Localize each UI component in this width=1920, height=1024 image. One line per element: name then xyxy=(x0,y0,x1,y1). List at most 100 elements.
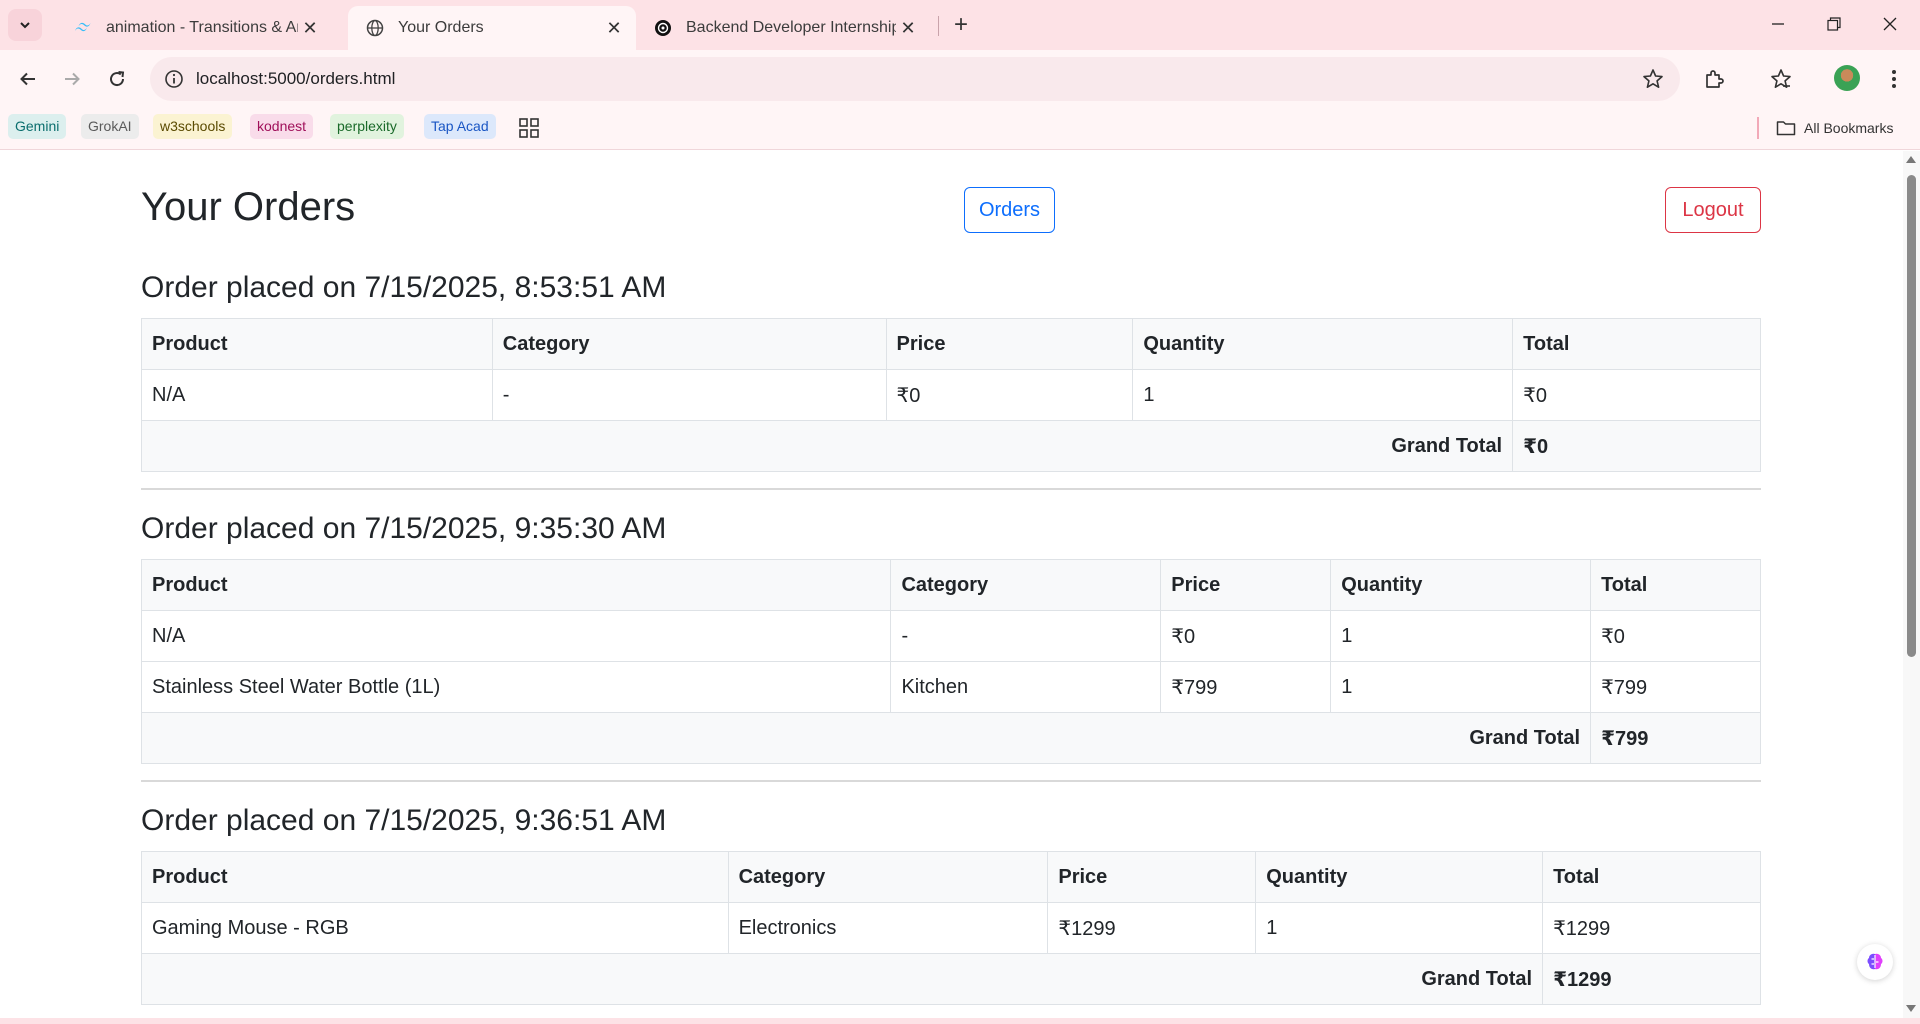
order-divider xyxy=(141,488,1761,490)
logout-button[interactable]: Logout xyxy=(1665,187,1761,233)
order-heading: Order placed on 7/15/2025, 9:35:30 AM xyxy=(141,512,667,545)
grand-total-label: Grand Total xyxy=(140,420,1514,472)
cell-total: ₹1299 xyxy=(1542,902,1761,954)
cell-product: Gaming Mouse - RGB xyxy=(141,902,729,954)
extensions-icon[interactable] xyxy=(1700,65,1728,93)
cell-total: ₹0 xyxy=(1512,369,1761,421)
column-header-quantity: Quantity xyxy=(1330,559,1592,611)
table-row: Stainless Steel Water Bottle (1L) Kitche… xyxy=(140,661,1761,713)
cell-product: N/A xyxy=(140,610,892,662)
close-tab-icon[interactable]: ✕ xyxy=(298,16,322,40)
page-scrollbar[interactable] xyxy=(1903,151,1920,1018)
grand-total-label: Grand Total xyxy=(140,953,1544,1005)
column-header-category: Category xyxy=(491,318,887,370)
minimize-icon[interactable] xyxy=(1750,0,1806,48)
table-row: N/A - ₹0 1 ₹0 xyxy=(141,369,1761,421)
tab-title: Your Orders xyxy=(398,19,484,36)
tab-strip: animation - Transitions & Anim ✕ Your Or… xyxy=(0,0,1920,50)
grand-total-value: ₹799 xyxy=(1590,712,1761,764)
tailwind-icon xyxy=(74,19,92,37)
globe-icon xyxy=(366,19,384,37)
browser-toolbar: localhost:5000/orders.html xyxy=(0,50,1920,108)
column-header-total: Total xyxy=(1512,318,1761,370)
column-header-price: Price xyxy=(885,318,1134,370)
column-header-quantity: Quantity xyxy=(1255,851,1544,903)
column-header-total: Total xyxy=(1542,851,1761,903)
grand-total-row: Grand Total ₹1299 xyxy=(140,953,1761,1005)
table-row: Gaming Mouse - RGB Electronics ₹1299 1 ₹… xyxy=(141,902,1761,954)
scrollbar-thumb[interactable] xyxy=(1907,175,1916,657)
favorites-icon[interactable] xyxy=(1767,65,1795,93)
cell-price: ₹0 xyxy=(885,369,1134,421)
cell-quantity: 1 xyxy=(1132,369,1514,421)
all-bookmarks-button[interactable]: All Bookmarks xyxy=(1776,115,1893,141)
tab-search-button[interactable] xyxy=(8,9,42,41)
profile-avatar[interactable] xyxy=(1834,65,1860,91)
cell-total: ₹799 xyxy=(1590,661,1761,713)
table-header-row: Product Category Price Quantity Total xyxy=(140,559,1761,611)
site-info-icon[interactable] xyxy=(164,69,184,89)
order-table: Product Category Price Quantity Total Ga… xyxy=(140,851,1761,1005)
all-bookmarks-label: All Bookmarks xyxy=(1804,120,1894,136)
bookmark-gemini[interactable]: Gemini xyxy=(8,114,67,139)
orders-button[interactable]: Orders xyxy=(964,187,1055,233)
new-tab-button[interactable]: + xyxy=(946,10,976,40)
scroll-up-icon[interactable] xyxy=(1906,156,1916,163)
cell-price: ₹799 xyxy=(1160,661,1332,713)
cell-price: ₹0 xyxy=(1160,610,1332,662)
back-button[interactable] xyxy=(10,61,46,97)
chevron-down-icon xyxy=(20,22,30,29)
apps-grid-icon[interactable] xyxy=(518,117,540,139)
arrow-left-icon xyxy=(20,72,35,86)
cell-product: Stainless Steel Water Bottle (1L) xyxy=(140,661,892,713)
cell-quantity: 1 xyxy=(1330,610,1592,662)
column-header-total: Total xyxy=(1590,559,1761,611)
openai-icon xyxy=(654,19,672,37)
order-table: Product Category Price Quantity Total N/… xyxy=(140,559,1761,764)
cell-category: Kitchen xyxy=(890,661,1162,713)
column-header-price: Price xyxy=(1160,559,1332,611)
tab-title: Backend Developer Internship / xyxy=(686,19,896,36)
bookmark-perplexity[interactable]: perplexity xyxy=(330,114,404,139)
bookmark-grokai[interactable]: GrokAI xyxy=(81,114,139,139)
cell-total: ₹0 xyxy=(1590,610,1761,662)
bookmark-kodnest[interactable]: kodnest xyxy=(250,114,314,139)
bookmark-w3schools[interactable]: w3schools xyxy=(153,114,233,139)
close-tab-icon[interactable]: ✕ xyxy=(602,16,626,40)
tab-title: animation - Transitions & Anim xyxy=(106,19,298,36)
tab-backend-internship[interactable]: Backend Developer Internship / ✕ xyxy=(636,6,930,50)
address-bar[interactable]: localhost:5000/orders.html xyxy=(150,57,1680,101)
column-header-category: Category xyxy=(890,559,1162,611)
arrow-right-icon xyxy=(65,72,80,86)
order-table: Product Category Price Quantity Total N/… xyxy=(140,318,1761,472)
bookmark-tap-acad[interactable]: Tap Acad xyxy=(424,114,496,139)
table-header-row: Product Category Price Quantity Total xyxy=(141,851,1761,903)
bookmark-star-icon[interactable] xyxy=(1642,68,1664,90)
column-header-category: Category xyxy=(727,851,1049,903)
reload-button[interactable] xyxy=(99,61,135,97)
order-card: Order placed on 7/15/2025, 9:35:30 AM Pr… xyxy=(140,507,1761,764)
cell-category: - xyxy=(890,610,1162,662)
folder-icon xyxy=(1776,121,1796,136)
order-heading: Order placed on 7/15/2025, 8:53:51 AM xyxy=(141,271,667,304)
tab-your-orders[interactable]: Your Orders ✕ xyxy=(348,6,636,50)
page-title: Your Orders xyxy=(141,185,356,229)
restore-icon[interactable] xyxy=(1806,0,1862,48)
window-bottom-edge xyxy=(0,1018,1920,1024)
cell-quantity: 1 xyxy=(1255,902,1544,954)
cell-category: Electronics xyxy=(727,902,1049,954)
url-text[interactable]: localhost:5000/orders.html xyxy=(196,69,395,89)
ai-assistant-brain-icon[interactable] xyxy=(1857,944,1893,980)
close-tab-icon[interactable]: ✕ xyxy=(896,16,920,40)
reload-icon xyxy=(110,71,125,87)
menu-icon[interactable] xyxy=(1880,65,1908,93)
close-window-icon[interactable] xyxy=(1862,0,1918,48)
order-heading: Order placed on 7/15/2025, 9:36:51 AM xyxy=(141,804,667,837)
tab-animation[interactable]: animation - Transitions & Anim ✕ xyxy=(56,6,332,50)
column-header-product: Product xyxy=(141,851,729,903)
cell-price: ₹1299 xyxy=(1047,902,1257,954)
cell-quantity: 1 xyxy=(1330,661,1592,713)
scroll-down-icon[interactable] xyxy=(1906,1005,1916,1012)
bookmarks-divider xyxy=(1757,117,1759,139)
forward-button[interactable] xyxy=(54,61,90,97)
